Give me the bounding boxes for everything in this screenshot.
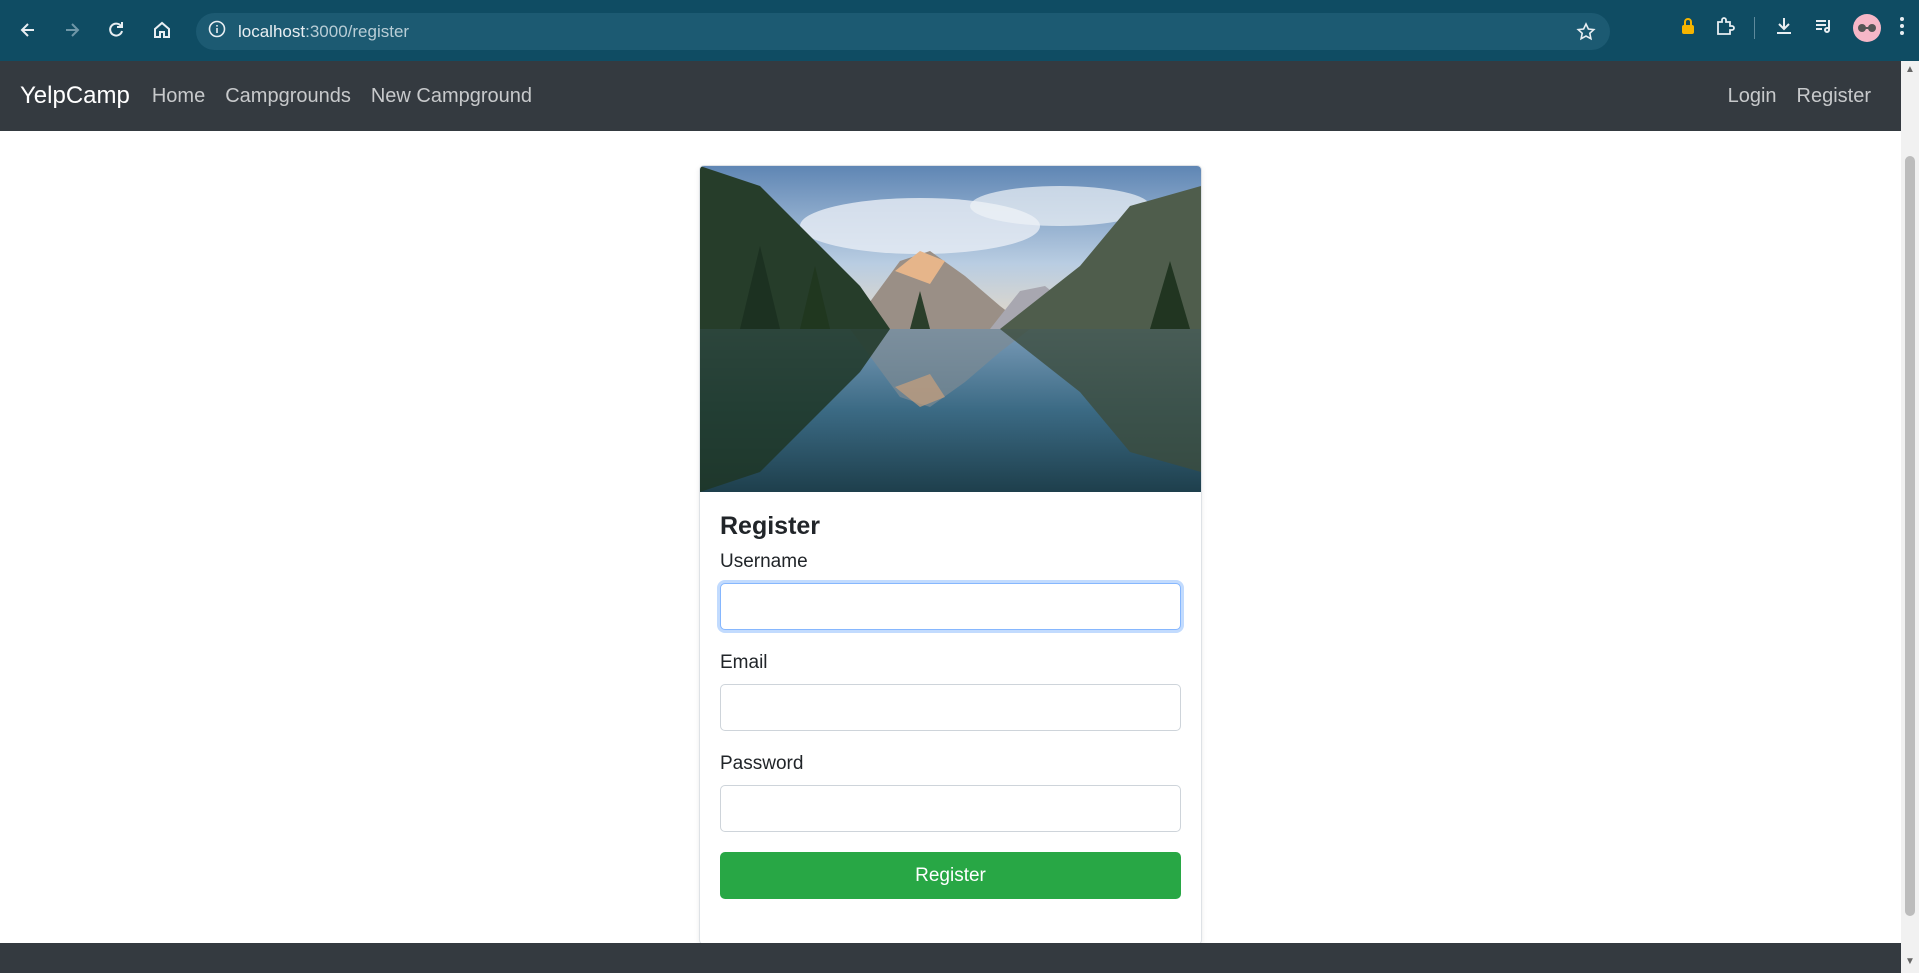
password-input[interactable] — [720, 785, 1181, 832]
nav-link-new-campground[interactable]: New Campground — [371, 85, 532, 108]
site-info-icon[interactable] — [208, 20, 226, 43]
home-icon[interactable] — [146, 14, 178, 46]
card-body: Register Username Email Password Registe… — [700, 492, 1201, 919]
brand-logo[interactable]: YelpCamp — [20, 82, 130, 110]
username-input[interactable] — [720, 583, 1181, 630]
page-content: Register Username Email Password Registe… — [0, 131, 1901, 945]
nav-auth-links: Login Register — [1728, 85, 1871, 108]
nav-link-home[interactable]: Home — [152, 85, 205, 108]
browser-toolbar: localhost:3000/register — [0, 0, 1919, 61]
card-image — [700, 166, 1201, 492]
back-icon[interactable] — [12, 14, 44, 46]
register-card: Register Username Email Password Registe… — [699, 165, 1202, 945]
bookmark-star-icon[interactable] — [1576, 22, 1596, 47]
page-scrollbar[interactable]: ▲ ▼ — [1901, 61, 1919, 973]
scroll-down-icon[interactable]: ▼ — [1905, 957, 1915, 967]
site-navbar: YelpCamp Home Campgrounds New Campground… — [0, 61, 1901, 131]
email-input[interactable] — [720, 684, 1181, 731]
download-icon[interactable] — [1773, 15, 1795, 42]
profile-avatar[interactable] — [1853, 14, 1881, 42]
footer — [0, 943, 1901, 973]
lock-extension-icon[interactable] — [1680, 17, 1696, 40]
password-label: Password — [720, 753, 804, 774]
nav-link-campgrounds[interactable]: Campgrounds — [225, 85, 351, 108]
reload-icon[interactable] — [100, 14, 132, 46]
extensions-puzzle-icon[interactable] — [1714, 15, 1736, 42]
scroll-thumb[interactable] — [1905, 156, 1915, 916]
toolbar-divider — [1754, 17, 1755, 39]
address-bar[interactable]: localhost:3000/register — [196, 13, 1610, 50]
scroll-up-icon[interactable]: ▲ — [1905, 65, 1915, 75]
nav-links: Home Campgrounds New Campground — [152, 85, 532, 108]
username-label: Username — [720, 551, 808, 572]
browser-menu-icon[interactable] — [1899, 15, 1905, 42]
register-button[interactable]: Register — [720, 852, 1181, 899]
url-host: localhost — [238, 21, 306, 41]
nav-link-register[interactable]: Register — [1797, 85, 1871, 108]
url-path: :3000/register — [305, 21, 410, 41]
media-queue-icon[interactable] — [1813, 15, 1835, 42]
form-title: Register — [720, 512, 821, 540]
nav-link-login[interactable]: Login — [1728, 85, 1777, 108]
email-label: Email — [720, 652, 768, 673]
url-text: localhost:3000/register — [238, 22, 409, 42]
forward-icon[interactable] — [56, 14, 88, 46]
